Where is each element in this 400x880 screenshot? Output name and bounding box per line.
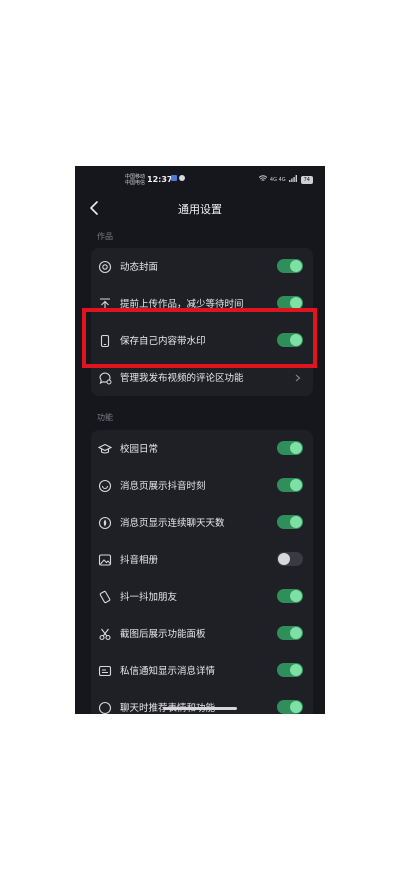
toggle-switch[interactable] — [277, 259, 303, 273]
toggle-knob — [290, 442, 302, 454]
setting-label: 消息页展示抖音时刻 — [120, 481, 206, 492]
setting-row-chat-recommend[interactable]: 聊天时推荐表情和功能 — [91, 689, 313, 714]
emoji-icon — [98, 700, 112, 714]
target-icon — [98, 259, 112, 274]
carrier-2: 中国电信 — [125, 180, 146, 186]
features-settings-card: 校园日常 消息页展示抖音时刻 消息页显示连续聊天天数 抖音相册 抖一抖加朋友 截… — [91, 430, 313, 714]
toggle-knob — [290, 701, 302, 713]
setting-row-dynamic-cover[interactable]: 动态封面 — [91, 248, 313, 284]
setting-row-screenshot-panel[interactable]: 截图后展示功能面板 — [91, 615, 313, 651]
setting-label: 截图后展示功能面板 — [120, 629, 206, 640]
toggle-switch[interactable] — [277, 515, 303, 529]
setting-row-douyin-moments[interactable]: 消息页展示抖音时刻 — [91, 467, 313, 503]
section-label-features: 功能 — [97, 413, 113, 422]
setting-row-dm-details[interactable]: 私信通知显示消息详情 — [91, 652, 313, 688]
toggle-knob — [290, 627, 302, 639]
highlight-box — [82, 308, 317, 368]
notification-icons — [171, 175, 185, 181]
toggle-knob — [278, 553, 290, 565]
album-icon — [98, 552, 112, 566]
setting-row-chat-streak[interactable]: 消息页显示连续聊天天数 — [91, 504, 313, 540]
toggle-switch[interactable] — [277, 441, 303, 455]
battery-icon: 74 — [300, 175, 313, 184]
setting-label: 动态封面 — [120, 262, 159, 273]
shake-phone-icon — [98, 589, 112, 604]
setting-label: 消息页显示连续聊天天数 — [120, 518, 225, 529]
section-label-works: 作品 — [97, 232, 113, 241]
toggle-switch[interactable] — [277, 663, 303, 677]
moment-icon — [98, 478, 112, 493]
app-notification-icon — [171, 175, 177, 181]
nav-bar: 通用设置 — [75, 196, 325, 222]
setting-label: 私信通知显示消息详情 — [120, 666, 216, 677]
toggle-switch[interactable] — [277, 700, 303, 714]
chat-notification-icon — [179, 175, 185, 181]
setting-row-shake-add-friend[interactable]: 抖一抖加朋友 — [91, 578, 313, 614]
setting-label: 抖一抖加朋友 — [120, 592, 178, 603]
wifi-icon — [258, 175, 268, 184]
chevron-right-icon — [294, 370, 302, 384]
scissors-icon — [98, 626, 112, 641]
comment-settings-icon — [98, 370, 112, 385]
setting-label: 校园日常 — [120, 444, 159, 455]
toggle-knob — [290, 516, 302, 528]
fire-icon — [98, 515, 112, 530]
message-card-icon — [98, 663, 112, 677]
toggle-switch[interactable] — [277, 478, 303, 492]
home-indicator[interactable] — [163, 707, 237, 710]
phone-screen: 中国移动 中国电信 12:37 4G 4G 74 通用设置 作品 动态封面 提前… — [75, 166, 325, 714]
clock: 12:37 — [147, 175, 173, 184]
toggle-switch[interactable] — [277, 589, 303, 603]
setting-label: 抖音相册 — [120, 555, 159, 566]
status-right: 4G 4G 74 — [258, 175, 313, 184]
signal-icon — [288, 175, 298, 184]
toggle-knob — [290, 479, 302, 491]
toggle-switch[interactable] — [277, 626, 303, 640]
setting-row-campus-daily[interactable]: 校园日常 — [91, 430, 313, 466]
network-label: 4G 4G — [269, 176, 286, 183]
setting-label: 管理我发布视频的评论区功能 — [120, 373, 244, 384]
setting-row-douyin-album[interactable]: 抖音相册 — [91, 541, 313, 577]
graduation-cap-icon — [97, 441, 113, 455]
toggle-knob — [290, 664, 302, 676]
page-title: 通用设置 — [178, 203, 222, 216]
status-bar: 中国移动 中国电信 12:37 4G 4G 74 — [75, 166, 325, 190]
carrier-info: 中国移动 中国电信 — [125, 174, 145, 186]
toggle-switch[interactable] — [277, 552, 303, 566]
toggle-knob — [290, 260, 302, 272]
toggle-knob — [290, 590, 302, 602]
